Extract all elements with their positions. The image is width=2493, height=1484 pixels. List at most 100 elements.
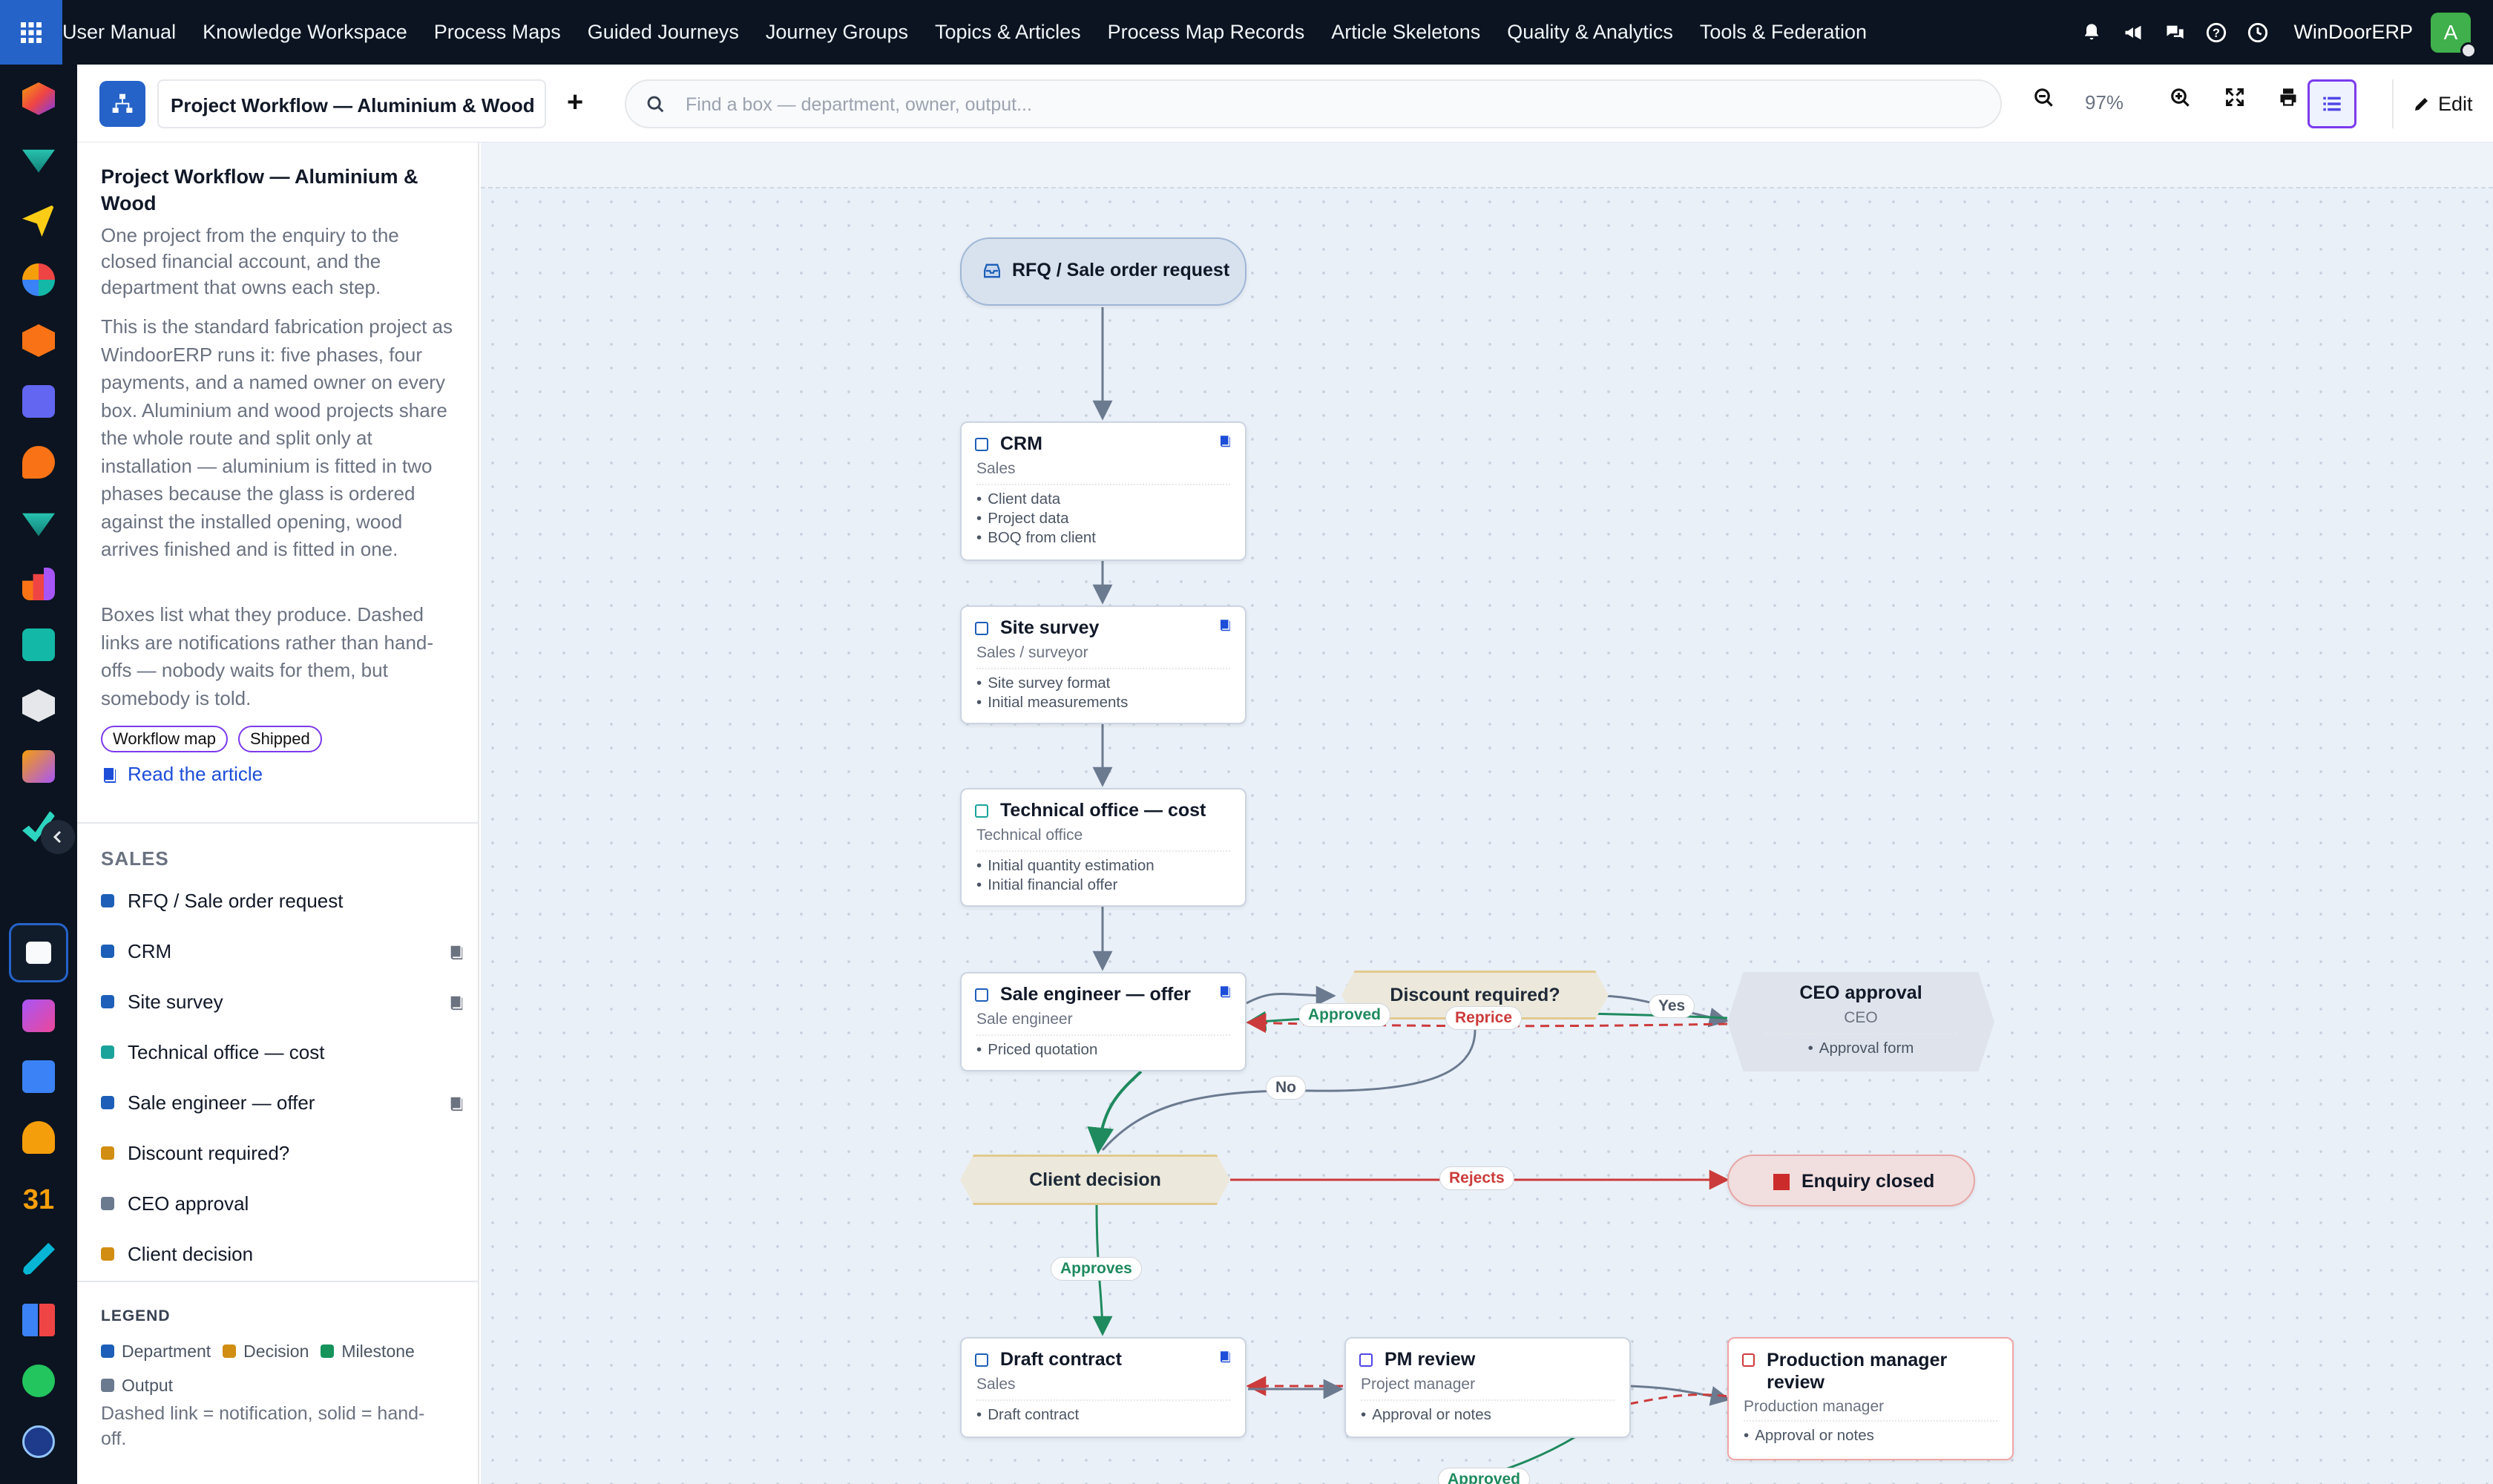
menu-topics-articles[interactable]: Topics & Articles [935, 21, 1081, 44]
menu-quality-analytics[interactable]: Quality & Analytics [1507, 21, 1673, 44]
app-icon-15[interactable] [22, 999, 55, 1032]
checkbox[interactable] [1742, 1353, 1755, 1367]
knowledge-icon[interactable] [26, 942, 51, 964]
company-name[interactable]: WinDoorERP [2293, 21, 2413, 44]
checkbox[interactable] [975, 804, 988, 818]
node-crm[interactable]: CRM Sales Client data Project data BOQ f… [960, 421, 1246, 561]
checkbox[interactable] [975, 1353, 988, 1367]
contacts-icon[interactable] [22, 628, 55, 661]
zoom-in-icon[interactable] [2170, 87, 2192, 109]
send-icon[interactable] [22, 204, 55, 237]
tag-shipped[interactable]: Shipped [237, 726, 322, 752]
zoom-out-icon[interactable] [2033, 87, 2055, 109]
tag-workflow-map[interactable]: Workflow map [101, 726, 228, 752]
user-avatar[interactable]: A [2431, 12, 2477, 59]
menu-guided-journeys[interactable]: Guided Journeys [588, 21, 739, 44]
search-input[interactable] [686, 88, 1947, 121]
step-list-item[interactable]: Sale engineer — offer [101, 1088, 464, 1117]
pen-icon[interactable] [22, 1243, 55, 1275]
legend-label: Decision [243, 1341, 309, 1361]
node-technical-office[interactable]: Technical office — cost Technical office… [960, 788, 1246, 907]
menu-knowledge-workspace[interactable]: Knowledge Workspace [203, 21, 407, 44]
app-grid-icon[interactable] [0, 0, 62, 65]
bell-icon[interactable] [2071, 22, 2112, 43]
node-draft-contract[interactable]: Draft contract Sales Draft contract [960, 1337, 1246, 1438]
fit-screen-icon[interactable] [2224, 87, 2245, 108]
node-sale-engineer[interactable]: Sale engineer — offer Sale engineer Pric… [960, 972, 1246, 1071]
dashboard-icon[interactable] [22, 1304, 55, 1336]
step-list-item[interactable]: Discount required? [101, 1138, 464, 1168]
dollar-icon[interactable] [22, 1060, 55, 1093]
step-list-item[interactable]: Site survey [101, 987, 464, 1017]
edge-label-approved-2: Approved [1438, 1468, 1531, 1484]
node-rfq[interactable]: RFQ / Sale order request [960, 237, 1246, 306]
chat-bubble-icon[interactable] [22, 446, 55, 479]
step-list-item[interactable]: CRM [101, 936, 464, 966]
menu-process-maps[interactable]: Process Maps [434, 21, 561, 44]
read-article-link[interactable]: Read the article [101, 763, 263, 786]
section-heading: SALES [101, 847, 169, 870]
node-enquiry-closed[interactable]: Enquiry closed [1727, 1155, 1975, 1206]
node-ceo-approval[interactable]: CEO approval CEO Approval form [1727, 972, 1994, 1071]
collapse-panel-icon[interactable] [41, 820, 75, 854]
book-icon[interactable] [1218, 984, 1232, 1002]
node-production-manager[interactable]: Production manager review Production man… [1727, 1337, 2014, 1460]
legend-label: Milestone [341, 1341, 415, 1361]
app-icon-12[interactable] [22, 750, 55, 783]
map-canvas[interactable]: RFQ / Sale order request CRM Sales Clien… [481, 142, 2493, 1484]
checkbox[interactable] [1359, 1353, 1373, 1367]
menu-journey-groups[interactable]: Journey Groups [766, 21, 908, 44]
node-prod-owner: Production manager [1744, 1398, 1885, 1415]
menu-process-map-records[interactable]: Process Map Records [1108, 21, 1305, 44]
step-list-item[interactable]: Client decision [101, 1239, 464, 1269]
whatsapp-icon[interactable] [22, 1365, 55, 1397]
chat-icon[interactable] [2154, 22, 2195, 43]
mail-icon[interactable] [22, 385, 55, 418]
print-icon[interactable] [2278, 87, 2299, 108]
outline-list-icon[interactable] [2308, 79, 2356, 128]
map-title-field[interactable]: Project Workflow — Aluminium & Wood [157, 79, 546, 128]
node-site-survey[interactable]: Site survey Sales / surveyor Site survey… [960, 605, 1246, 724]
gauge-icon[interactable] [22, 1425, 55, 1458]
step-list-item[interactable]: RFQ / Sale order request [101, 886, 464, 916]
add-plus-icon[interactable]: + [567, 87, 583, 119]
chart-icon[interactable] [22, 568, 55, 600]
book-icon[interactable] [448, 942, 464, 965]
clock-icon[interactable] [2237, 22, 2279, 43]
node-client-decision[interactable]: Client decision [960, 1155, 1230, 1205]
app-icon-5[interactable] [22, 324, 55, 357]
book-icon[interactable] [448, 993, 464, 1016]
app-icon-2[interactable] [22, 149, 55, 173]
stop-icon [1773, 1173, 1790, 1190]
menu-tools-federation[interactable]: Tools & Federation [1700, 21, 1867, 44]
people-icon[interactable] [22, 1121, 55, 1154]
calendar-31-icon[interactable]: 31 [22, 1182, 55, 1215]
app-icon-1[interactable] [22, 82, 55, 115]
node-survey-owner: Sales / surveyor [976, 644, 1088, 661]
node-tech-owner: Technical office [976, 827, 1083, 844]
step-color-dot [101, 1247, 114, 1261]
book-icon[interactable] [448, 1094, 464, 1117]
menu-user-manual[interactable]: User Manual [62, 21, 176, 44]
pencil-icon [2415, 98, 2428, 111]
app-icon-4[interactable] [22, 263, 55, 296]
app-icon-8[interactable] [22, 513, 55, 536]
help-icon[interactable]: ? [2195, 22, 2237, 43]
book-icon[interactable] [1218, 433, 1232, 452]
app-icon-11[interactable] [22, 689, 55, 722]
menu-article-skeletons[interactable]: Article Skeletons [1331, 21, 1480, 44]
legend-note: Dashed link = notification, solid = hand… [101, 1403, 425, 1449]
checkbox[interactable] [975, 621, 988, 635]
checkbox[interactable] [975, 988, 988, 1002]
megaphone-icon[interactable] [2112, 22, 2154, 43]
main-menu: User Manual Knowledge Workspace Process … [62, 0, 1893, 65]
book-icon[interactable] [1218, 617, 1232, 636]
step-list-item[interactable]: CEO approval [101, 1189, 464, 1218]
output-item: Site survey format [976, 674, 1128, 693]
edit-button[interactable]: Edit [2392, 79, 2473, 128]
book-icon[interactable] [1218, 1349, 1232, 1368]
edge-offer-client [1087, 1070, 1143, 1155]
step-list-item[interactable]: Technical office — cost [101, 1037, 464, 1067]
node-pm-review[interactable]: PM review Project manager Approval or no… [1344, 1337, 1631, 1438]
checkbox[interactable] [975, 437, 988, 451]
